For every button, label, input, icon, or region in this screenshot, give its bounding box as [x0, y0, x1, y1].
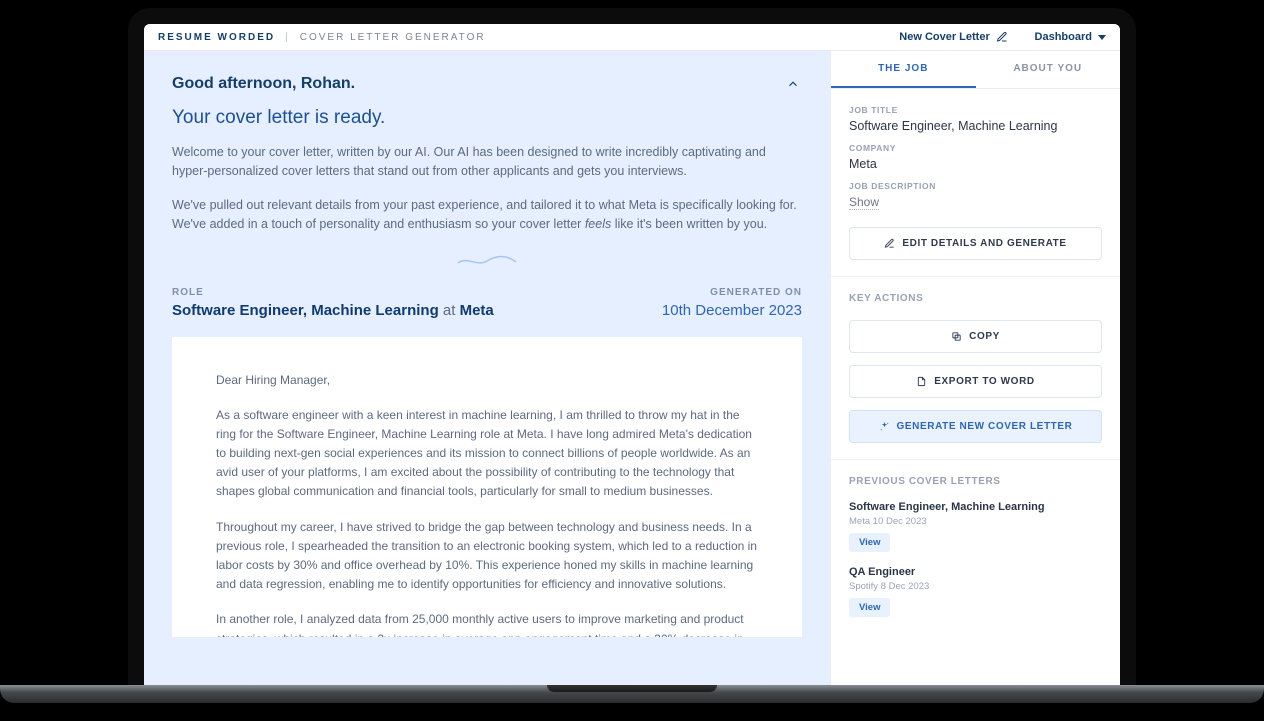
tab-the-job[interactable]: THE JOB — [831, 51, 976, 88]
ready-heading: Your cover letter is ready. — [172, 107, 802, 129]
letter-p2: Throughout my career, I have strived to … — [216, 518, 758, 595]
new-cover-letter-link[interactable]: New Cover Letter — [899, 31, 1007, 43]
top-bar: RESUME WORDED | COVER LETTER GENERATOR N… — [144, 24, 1120, 51]
job-title-value: Software Engineer, Machine Learning — [849, 119, 1102, 133]
view-previous-button[interactable]: View — [849, 598, 890, 617]
previous-letter-title: Software Engineer, Machine Learning — [849, 501, 1102, 513]
generated-date: 10th December 2023 — [662, 302, 802, 319]
job-description-label: JOB DESCRIPTION — [849, 181, 1102, 191]
show-job-description-link[interactable]: Show — [849, 195, 879, 210]
sparkle-icon — [879, 421, 890, 432]
letter-salutation: Dear Hiring Manager, — [216, 371, 758, 390]
tab-about-you[interactable]: ABOUT YOU — [976, 51, 1121, 88]
role-line: Software Engineer, Machine Learning at M… — [172, 302, 494, 319]
letter-p1: As a software engineer with a keen inter… — [216, 406, 758, 502]
previous-letter-meta: Meta 10 Dec 2023 — [849, 516, 1102, 527]
edit-details-button[interactable]: EDIT DETAILS AND GENERATE — [849, 227, 1102, 260]
app-screen: RESUME WORDED | COVER LETTER GENERATOR N… — [144, 24, 1120, 691]
intro-p2-em: feels — [585, 217, 611, 231]
copy-icon — [951, 331, 962, 342]
edit-icon — [996, 31, 1008, 43]
export-word-button[interactable]: EXPORT TO WORD — [849, 365, 1102, 398]
generated-label: GENERATED ON — [662, 287, 802, 298]
laptop-mockup: RESUME WORDED | COVER LETTER GENERATOR N… — [0, 0, 1264, 721]
letter-meta-row: ROLE Software Engineer, Machine Learning… — [172, 287, 802, 319]
view-previous-button[interactable]: View — [849, 533, 890, 552]
content-area: Good afternoon, Rohan. Your cover letter… — [144, 51, 1120, 691]
company-value: Meta — [849, 157, 1102, 171]
job-details-section: JOB TITLE Software Engineer, Machine Lea… — [831, 89, 1120, 277]
job-title-label: JOB TITLE — [849, 105, 1102, 115]
chevron-up-icon — [786, 77, 800, 91]
generate-new-button[interactable]: GENERATE NEW COVER LETTER — [849, 410, 1102, 443]
edit-icon — [884, 238, 895, 249]
role-company: Meta — [460, 302, 494, 319]
previous-letters-label: PREVIOUS COVER LETTERS — [849, 476, 1102, 487]
brand-divider: | — [285, 32, 290, 43]
greeting: Good afternoon, Rohan. — [172, 75, 355, 93]
dashboard-label: Dashboard — [1035, 31, 1092, 43]
caret-down-icon — [1098, 35, 1106, 40]
previous-letter-meta: Spotify 8 Dec 2023 — [849, 581, 1102, 592]
copy-button[interactable]: COPY — [849, 320, 1102, 353]
sidebar-tabs: THE JOB ABOUT YOU — [831, 51, 1120, 89]
previous-letter-item: Software Engineer, Machine Learning Meta… — [849, 501, 1102, 552]
main-panel: Good afternoon, Rohan. Your cover letter… — [144, 51, 830, 691]
previous-letters-section: PREVIOUS COVER LETTERS Software Engineer… — [831, 460, 1120, 633]
copy-label: COPY — [969, 331, 1000, 342]
intro-paragraph-1: Welcome to your cover letter, written by… — [172, 143, 802, 182]
collapse-toggle[interactable] — [784, 75, 802, 93]
role-label: ROLE — [172, 287, 494, 298]
divider-squiggle-icon — [457, 253, 517, 269]
intro-paragraph-2: We've pulled out relevant details from y… — [172, 196, 802, 235]
role-at: at — [439, 302, 460, 319]
previous-letter-item: QA Engineer Spotify 8 Dec 2023 View — [849, 566, 1102, 617]
export-icon — [916, 376, 927, 387]
generate-label: GENERATE NEW COVER LETTER — [897, 421, 1073, 432]
key-actions-label: KEY ACTIONS — [849, 293, 1102, 304]
letter-p3: In another role, I analyzed data from 25… — [216, 610, 758, 636]
brand: RESUME WORDED — [158, 32, 275, 43]
edit-details-label: EDIT DETAILS AND GENERATE — [902, 238, 1066, 249]
cover-letter-card: Dear Hiring Manager, As a software engin… — [172, 337, 802, 637]
sidebar: THE JOB ABOUT YOU JOB TITLE Software Eng… — [830, 51, 1120, 691]
dashboard-link[interactable]: Dashboard — [1035, 31, 1106, 43]
top-right-nav: New Cover Letter Dashboard — [877, 31, 1106, 43]
export-label: EXPORT TO WORD — [934, 376, 1034, 387]
key-actions-section: KEY ACTIONS COPY EXPORT TO WORD GENERATE… — [831, 277, 1120, 460]
role-title: Software Engineer, Machine Learning — [172, 302, 439, 319]
laptop-bezel: RESUME WORDED | COVER LETTER GENERATOR N… — [128, 8, 1136, 691]
brand-subtitle: COVER LETTER GENERATOR — [300, 32, 486, 43]
company-label: COMPANY — [849, 143, 1102, 153]
previous-letter-title: QA Engineer — [849, 566, 1102, 578]
laptop-base — [0, 685, 1264, 703]
intro-p2-post: like it's been written by you. — [611, 217, 767, 231]
new-cover-letter-label: New Cover Letter — [899, 31, 989, 43]
